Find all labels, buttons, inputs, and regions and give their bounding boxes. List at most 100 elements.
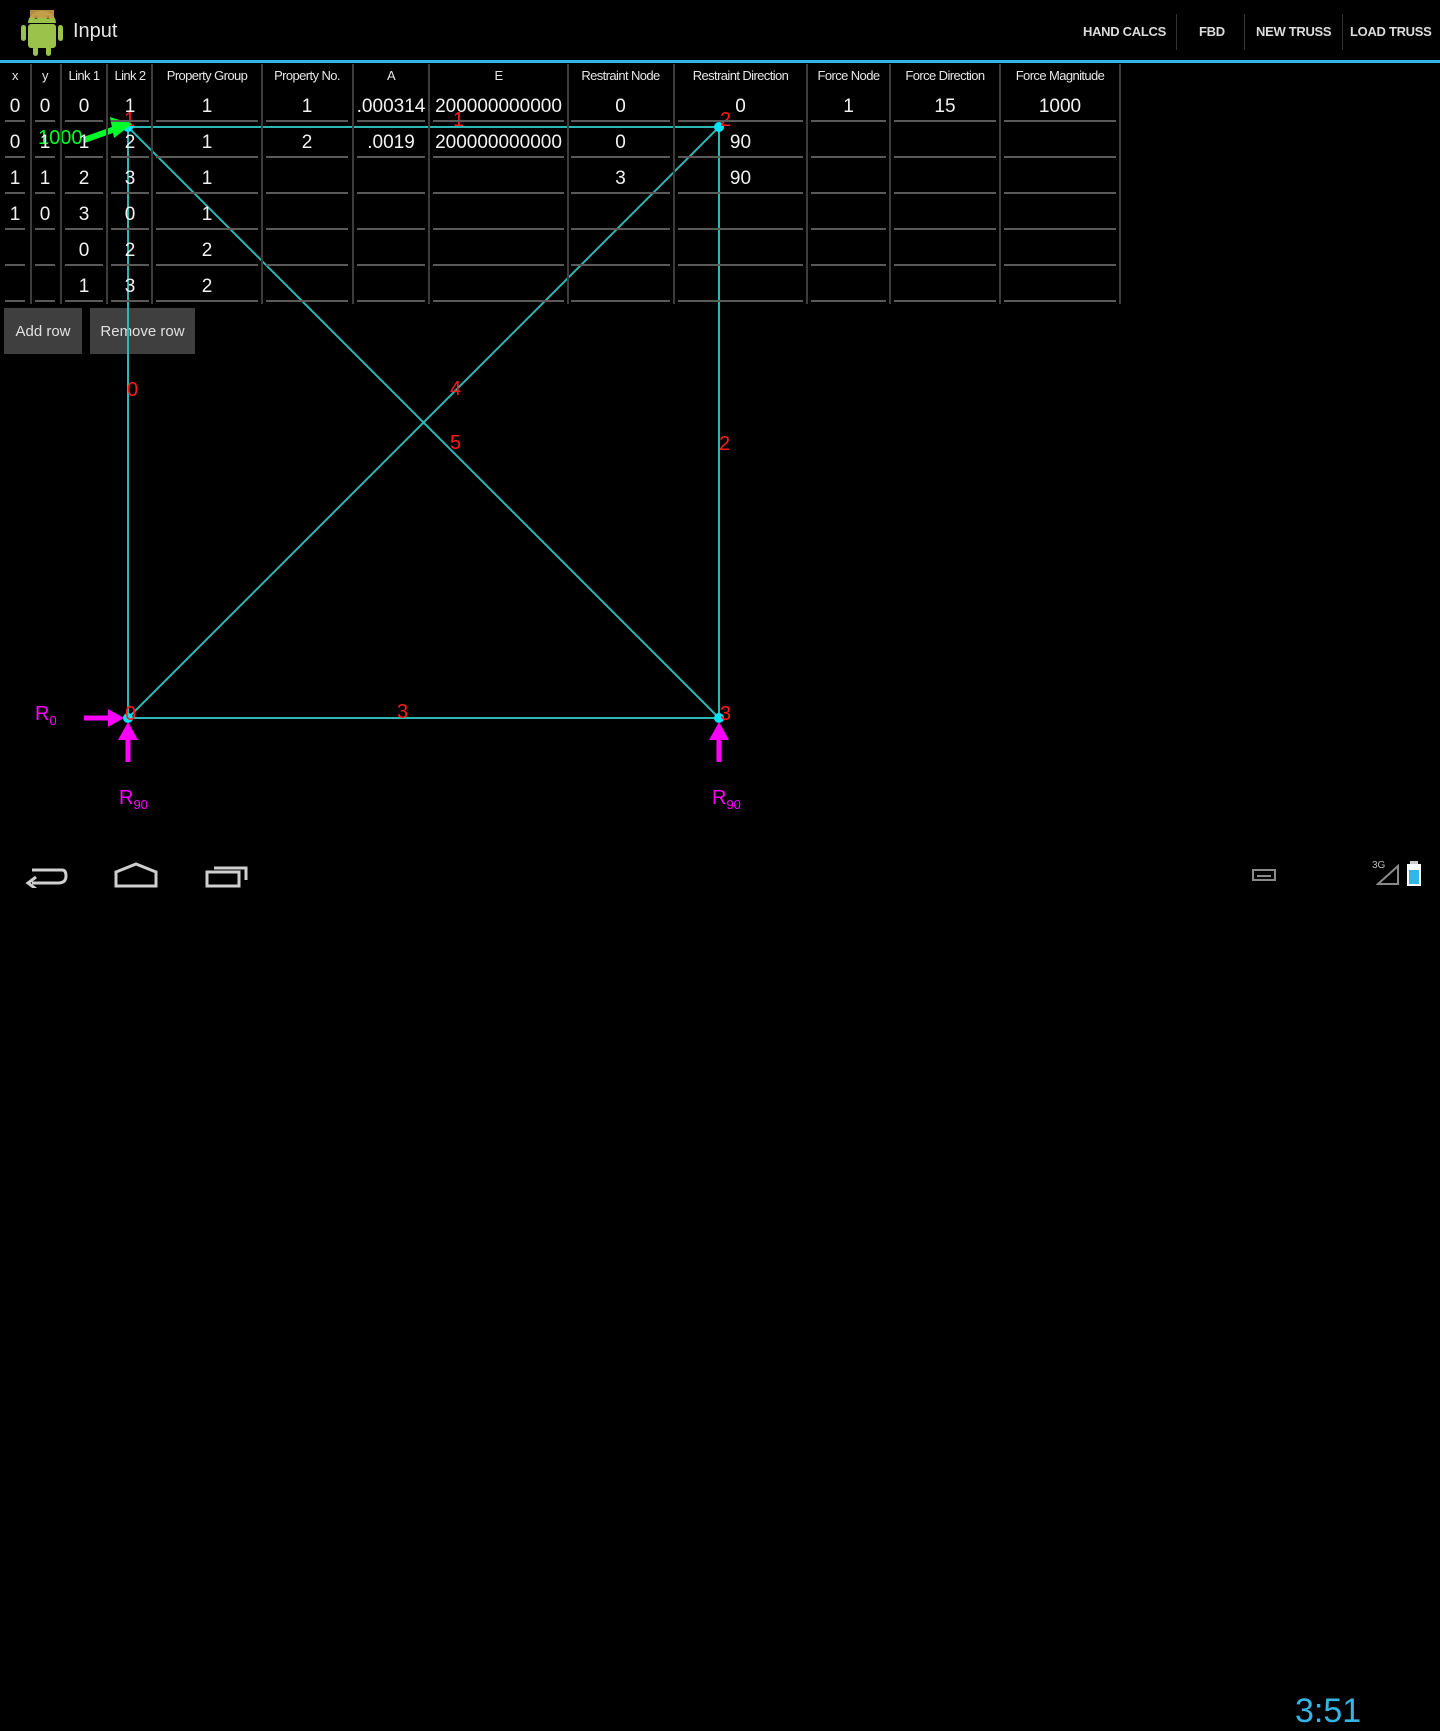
cell-underline <box>571 120 670 122</box>
cell-property-group[interactable]: 1 <box>153 164 261 194</box>
cell-property-group[interactable]: 2 <box>153 272 261 302</box>
cell-x[interactable]: 1 <box>2 200 28 230</box>
cell-force-direction[interactable]: 15 <box>891 92 999 122</box>
cell-e[interactable]: 200000000000 <box>430 128 567 158</box>
cell-underline <box>678 120 803 122</box>
cell-force-direction[interactable] <box>891 164 999 194</box>
cell-restraint-direction[interactable] <box>675 236 806 266</box>
cell-y[interactable]: 0 <box>32 92 58 122</box>
cell-force-magnitude[interactable] <box>1001 164 1119 194</box>
cell-x[interactable]: 0 <box>2 128 28 158</box>
cell-restraint-node[interactable]: 3 <box>568 164 673 194</box>
cell-x[interactable]: 1 <box>2 164 28 194</box>
cell-underline <box>5 156 25 158</box>
cell-e[interactable] <box>430 164 567 194</box>
cell-link-2[interactable]: 0 <box>108 200 152 230</box>
cell-property-no[interactable]: 1 <box>263 92 351 122</box>
cell-force-node[interactable] <box>808 236 889 266</box>
cell-x[interactable]: 0 <box>2 92 28 122</box>
cell-a[interactable]: .000314 <box>354 92 428 122</box>
android-app-icon[interactable] <box>20 8 64 56</box>
cell-force-magnitude[interactable] <box>1001 200 1119 230</box>
cell-force-direction[interactable] <box>891 200 999 230</box>
remove-row-button[interactable]: Remove row <box>90 308 195 354</box>
cell-a[interactable]: .0019 <box>354 128 428 158</box>
cell-restraint-direction[interactable] <box>675 272 806 302</box>
cell-underline <box>35 264 55 266</box>
cell-property-no[interactable] <box>263 272 351 302</box>
load-truss-action[interactable]: LOAD TRUSS <box>1350 24 1432 39</box>
cell-y[interactable]: 1 <box>32 164 58 194</box>
app-title: Input <box>73 20 118 42</box>
cell-underline <box>571 228 670 230</box>
cell-y[interactable] <box>32 272 58 302</box>
cell-e[interactable]: 200000000000 <box>430 92 567 122</box>
cell-property-group[interactable]: 1 <box>153 128 261 158</box>
cell-x[interactable] <box>2 236 28 266</box>
cell-a[interactable] <box>354 272 428 302</box>
cell-force-direction[interactable] <box>891 128 999 158</box>
cell-link-2[interactable]: 2 <box>108 236 152 266</box>
back-icon[interactable] <box>22 858 68 888</box>
cell-restraint-node[interactable]: 0 <box>568 128 673 158</box>
cell-property-no[interactable] <box>263 164 351 194</box>
cell-underline <box>35 156 55 158</box>
cell-force-direction[interactable] <box>891 236 999 266</box>
cell-x[interactable] <box>2 272 28 302</box>
cell-force-magnitude[interactable] <box>1001 128 1119 158</box>
cell-a[interactable] <box>354 236 428 266</box>
battery-icon <box>1407 861 1421 886</box>
home-icon[interactable] <box>112 862 160 888</box>
cell-a[interactable] <box>354 200 428 230</box>
cell-underline <box>266 192 348 194</box>
cell-underline <box>65 228 103 230</box>
cell-link-2[interactable]: 1 <box>108 92 152 122</box>
cell-y[interactable] <box>32 236 58 266</box>
cell-e[interactable] <box>430 200 567 230</box>
cell-link-1[interactable]: 0 <box>62 92 106 122</box>
cell-y[interactable]: 1 <box>32 128 58 158</box>
cell-property-no[interactable]: 2 <box>263 128 351 158</box>
cell-force-node[interactable] <box>808 200 889 230</box>
cell-e[interactable] <box>430 272 567 302</box>
cell-property-group[interactable]: 1 <box>153 92 261 122</box>
cell-link-1[interactable]: 1 <box>62 272 106 302</box>
cell-force-node[interactable] <box>808 164 889 194</box>
add-row-button[interactable]: Add row <box>4 308 82 354</box>
recent-apps-icon[interactable] <box>204 862 250 888</box>
cell-link-1[interactable]: 2 <box>62 164 106 194</box>
new-truss-action[interactable]: NEW TRUSS <box>1256 24 1332 39</box>
cell-restraint-direction[interactable]: 90 <box>675 128 806 158</box>
cell-property-no[interactable] <box>263 200 351 230</box>
cell-restraint-node[interactable]: 0 <box>568 92 673 122</box>
cell-force-magnitude[interactable] <box>1001 272 1119 302</box>
cell-restraint-direction[interactable]: 0 <box>675 92 806 122</box>
cell-link-2[interactable]: 2 <box>108 128 152 158</box>
fbd-action[interactable]: FBD <box>1199 24 1225 39</box>
cell-property-no[interactable] <box>263 236 351 266</box>
cell-link-1[interactable]: 1 <box>62 128 106 158</box>
cell-restraint-node[interactable] <box>568 272 673 302</box>
cell-force-node[interactable] <box>808 128 889 158</box>
cell-a[interactable] <box>354 164 428 194</box>
hand-calcs-action[interactable]: HAND CALCS <box>1083 24 1166 39</box>
cell-force-magnitude[interactable]: 1000 <box>1001 92 1119 122</box>
cell-link-2[interactable]: 3 <box>108 164 152 194</box>
cell-property-group[interactable]: 2 <box>153 236 261 266</box>
cell-link-1[interactable]: 0 <box>62 236 106 266</box>
cell-restraint-node[interactable] <box>568 236 673 266</box>
cell-force-direction[interactable] <box>891 272 999 302</box>
cell-property-group[interactable]: 1 <box>153 200 261 230</box>
cell-y[interactable]: 0 <box>32 200 58 230</box>
cell-e[interactable] <box>430 236 567 266</box>
cell-restraint-node[interactable] <box>568 200 673 230</box>
cell-force-magnitude[interactable] <box>1001 236 1119 266</box>
cell-force-node[interactable]: 1 <box>808 92 889 122</box>
cell-underline <box>357 300 425 302</box>
cell-underline <box>678 300 803 302</box>
cell-link-2[interactable]: 3 <box>108 272 152 302</box>
cell-restraint-direction[interactable] <box>675 200 806 230</box>
cell-link-1[interactable]: 3 <box>62 200 106 230</box>
cell-force-node[interactable] <box>808 272 889 302</box>
cell-restraint-direction[interactable]: 90 <box>675 164 806 194</box>
